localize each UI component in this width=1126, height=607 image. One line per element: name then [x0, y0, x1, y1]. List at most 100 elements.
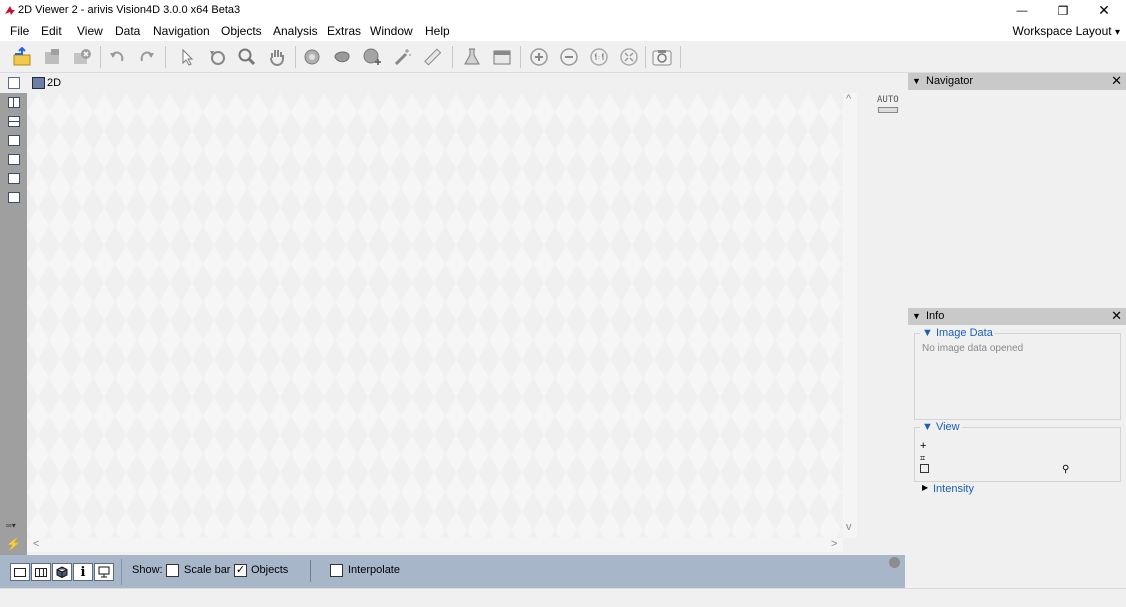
ruler-icon — [424, 48, 442, 66]
redo-button[interactable] — [135, 45, 159, 69]
view-3d-button[interactable] — [52, 563, 72, 581]
menu-help[interactable]: Help — [425, 24, 450, 38]
view-2d-button[interactable] — [10, 563, 30, 581]
layout-3x3-icon[interactable] — [8, 192, 20, 203]
draw-region-add-tool-button[interactable] — [360, 45, 384, 69]
interpolate-checkbox[interactable] — [330, 564, 343, 577]
close-icon[interactable]: ✕ — [1111, 73, 1122, 89]
pan-tool-button[interactable] — [265, 45, 289, 69]
layout-sidebar: ∞▾ ⚡ — [0, 93, 27, 555]
navigator-panel-header[interactable]: ▼ Navigator ✕ — [908, 73, 1126, 90]
scroll-right-arrow[interactable]: > — [831, 538, 837, 550]
layout-1x2-icon[interactable] — [8, 97, 20, 108]
measure-tool-button[interactable] — [420, 45, 444, 69]
object-table-button[interactable] — [490, 45, 514, 69]
minimize-button[interactable]: — — [1002, 0, 1042, 21]
sync-views-icon[interactable]: ⚡ — [6, 537, 21, 551]
toolbar-separator — [165, 46, 166, 68]
zoom-actual-size-button[interactable] — [587, 45, 611, 69]
menu-analysis[interactable]: Analysis — [273, 24, 318, 38]
zoom-fit-button[interactable] — [617, 45, 641, 69]
menu-bar: File Edit View Data Navigation Objects A… — [0, 21, 1126, 41]
save-icon — [45, 49, 59, 64]
viewer-tab-2d[interactable]: 2D — [47, 77, 61, 89]
flask-icon — [464, 48, 480, 65]
image-data-title[interactable]: ▼ Image Data — [920, 327, 995, 339]
fit-to-window-icon — [620, 48, 638, 66]
single-view-icon[interactable] — [8, 77, 20, 89]
redo-icon — [140, 51, 154, 62]
pointer-icon — [182, 48, 194, 66]
view-group — [914, 427, 1121, 482]
menu-navigation[interactable]: Navigation — [153, 24, 210, 38]
close-window-button[interactable]: ✕ — [1084, 0, 1124, 21]
toolbar-separator — [295, 46, 296, 68]
close-file-button[interactable] — [70, 45, 94, 69]
workspace-layout-dropdown[interactable]: Workspace Layout ▾ — [1012, 24, 1120, 38]
viewer-bottom-bar: i Show: Scale bar ✓ Objects Interpolate — [0, 555, 905, 588]
menu-view[interactable]: View — [77, 24, 103, 38]
rotate-tool-button[interactable] — [205, 45, 229, 69]
info-icon: i — [80, 564, 86, 580]
scale-bar-checkbox[interactable] — [166, 564, 179, 577]
menu-data[interactable]: Data — [115, 24, 140, 38]
link-views-icon[interactable]: ∞▾ — [6, 521, 24, 531]
circle-object-icon — [304, 49, 320, 65]
draw-freehand-tool-button[interactable] — [330, 45, 354, 69]
zoom-out-button[interactable] — [557, 45, 581, 69]
auto-zoom-label[interactable]: AUTO — [877, 95, 899, 105]
horizontal-scrollbar[interactable]: < > — [27, 538, 843, 552]
info-overlay-button[interactable]: i — [73, 563, 93, 581]
chevron-down-icon: ▾ — [1114, 27, 1120, 38]
collapse-icon[interactable]: ▼ — [912, 311, 921, 321]
analysis-button[interactable] — [460, 45, 484, 69]
image-canvas[interactable] — [27, 93, 843, 538]
expand-icon[interactable]: ▶ — [922, 483, 928, 492]
info-panel-header[interactable]: ▼ Info ✕ — [908, 308, 1126, 325]
layout-2x3-icon[interactable] — [8, 173, 20, 184]
show-label: Show: — [132, 564, 163, 576]
view-title[interactable]: ▼ View — [920, 421, 962, 433]
view-gallery-button[interactable] — [31, 563, 51, 581]
snapshot-button[interactable] — [650, 45, 674, 69]
close-document-icon — [74, 49, 91, 64]
collapse-icon[interactable]: ▼ — [912, 76, 921, 86]
objects-checkbox[interactable]: ✓ — [234, 564, 247, 577]
toolbar-separator — [452, 46, 453, 68]
zoom-tool-button[interactable] — [235, 45, 259, 69]
open-file-button[interactable] — [10, 45, 34, 69]
gallery-icon — [35, 567, 47, 577]
toolbar-separator — [520, 46, 521, 68]
crop-icon — [920, 464, 929, 473]
select-tool-button[interactable] — [175, 45, 199, 69]
bounds-icon: ⌗ — [920, 453, 926, 463]
intensity-section-title[interactable]: Intensity — [933, 483, 974, 495]
scroll-left-arrow[interactable]: < — [33, 538, 39, 550]
zoom-in-button[interactable] — [527, 45, 551, 69]
no-image-message: No image data opened — [922, 343, 1024, 354]
menu-objects[interactable]: Objects — [221, 24, 262, 38]
viewer-2d-icon — [32, 77, 45, 89]
bottom-bar-separator — [121, 559, 122, 585]
layout-1x3-icon[interactable] — [8, 135, 20, 146]
scroll-up-arrow[interactable]: ^ — [846, 93, 851, 105]
scroll-down-arrow[interactable]: v — [846, 521, 852, 533]
menu-extras[interactable]: Extras — [327, 24, 361, 38]
close-icon[interactable]: ✕ — [1111, 308, 1122, 324]
presentation-button[interactable] — [94, 563, 114, 581]
undo-button[interactable] — [105, 45, 129, 69]
presentation-icon — [98, 566, 110, 578]
save-button[interactable] — [40, 45, 64, 69]
restore-button[interactable]: ❐ — [1043, 0, 1083, 21]
draw-circle-tool-button[interactable] — [300, 45, 324, 69]
navigator-panel — [908, 90, 1126, 308]
magic-wand-tool-button[interactable] — [390, 45, 414, 69]
layout-2x1-icon[interactable] — [8, 116, 20, 127]
menu-edit[interactable]: Edit — [41, 24, 62, 38]
menu-window[interactable]: Window — [370, 24, 413, 38]
region-add-icon — [363, 48, 381, 65]
zoom-slider[interactable] — [878, 107, 898, 113]
vertical-scrollbar[interactable]: ^ v — [843, 93, 857, 538]
layout-2x2-icon[interactable] — [8, 154, 20, 165]
menu-file[interactable]: File — [10, 24, 29, 38]
